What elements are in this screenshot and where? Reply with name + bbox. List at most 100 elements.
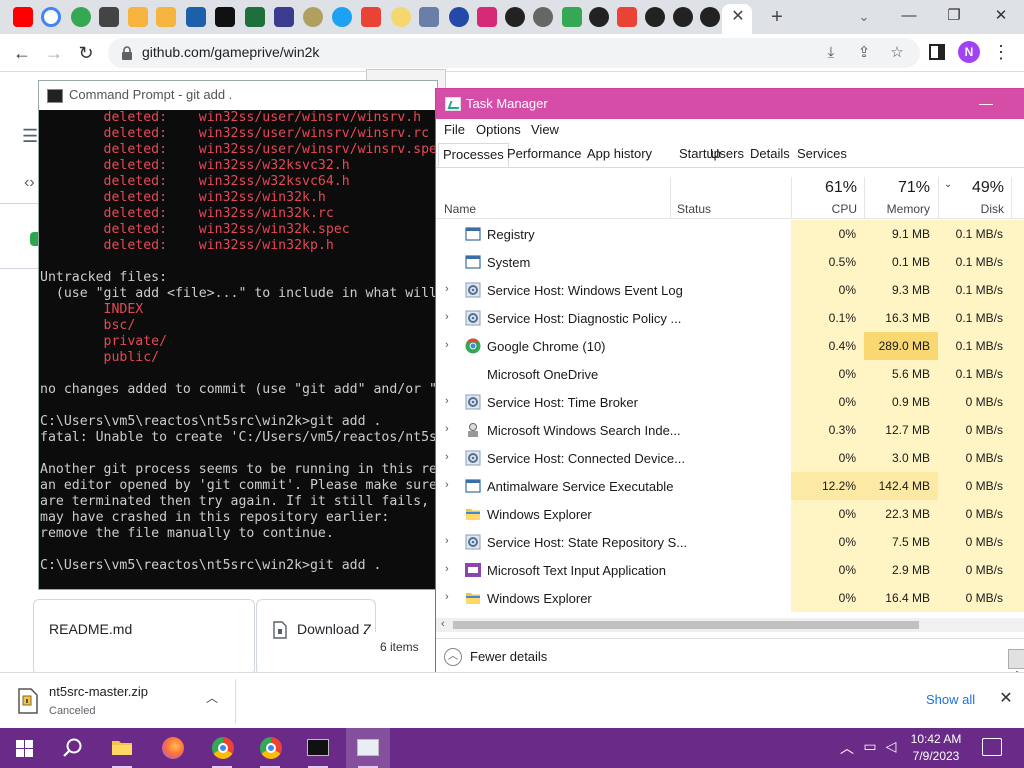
twitter-tab-icon[interactable] <box>332 7 352 27</box>
column-disk[interactable]: Disk <box>944 202 1004 216</box>
tab-icon-19[interactable] <box>533 7 553 27</box>
process-row[interactable]: › Service Host: Connected Device... 0% 3.0 … <box>436 444 1024 472</box>
tab-icon-7[interactable] <box>186 7 206 27</box>
process-row[interactable]: Windows Explorer 0% 22.3 MB 0 MB/s <box>436 500 1024 528</box>
youtube-tab-icon[interactable] <box>13 7 33 27</box>
code-icon[interactable]: ‹› <box>24 174 35 192</box>
process-row[interactable]: › Service Host: Diagnostic Policy ... 0.1%… <box>436 304 1024 332</box>
cmd-output[interactable]: deleted: win32ss/user/winsrv/winsrv.h de… <box>39 110 437 590</box>
close-window-icon[interactable]: ✕ <box>987 4 1015 28</box>
end-task-button[interactable] <box>1008 649 1024 669</box>
expand-chevron-icon[interactable]: › <box>445 534 457 548</box>
column-name[interactable]: Name <box>444 202 476 216</box>
github-tab-icon-2[interactable] <box>589 7 609 27</box>
process-row[interactable]: › Antimalware Service Executable 12.2% 142.… <box>436 472 1024 500</box>
readme-card[interactable]: README.md <box>33 599 255 675</box>
scroll-left-icon[interactable]: ‹ <box>441 618 445 630</box>
clock-date[interactable]: 7/9/2023 <box>905 749 967 763</box>
column-status[interactable]: Status <box>677 202 711 216</box>
menu-file[interactable]: File <box>444 122 465 137</box>
gmail-tab-icon[interactable] <box>361 7 381 27</box>
forward-icon[interactable]: → <box>41 40 67 66</box>
tab-search-chevron-icon[interactable]: ⌄ <box>854 6 874 28</box>
taskbar-chrome-profile[interactable] <box>248 728 292 768</box>
tab-users[interactable]: Users <box>706 143 748 167</box>
process-row[interactable]: › Service Host: Windows Event Log 0% 9.3 MB… <box>436 276 1024 304</box>
chevron-up-icon[interactable]: ︿ <box>204 689 220 706</box>
expand-chevron-icon[interactable]: › <box>445 282 457 296</box>
taskbar-chrome[interactable] <box>200 728 244 768</box>
column-cpu[interactable]: CPU <box>797 202 857 216</box>
taskbar-file-explorer[interactable] <box>100 728 144 768</box>
settings-tab-icon[interactable] <box>99 7 119 27</box>
notification-center-icon[interactable] <box>982 738 1002 756</box>
tab-services[interactable]: Services <box>793 143 851 167</box>
close-download-bar-icon[interactable]: ✕ <box>996 689 1016 709</box>
expand-chevron-icon[interactable]: › <box>445 562 457 576</box>
taskbar-firefox[interactable] <box>150 728 194 768</box>
process-row[interactable]: System 0.5% 0.1 MB 0.1 MB/s <box>436 248 1024 276</box>
install-app-icon[interactable]: ⤓ <box>820 42 842 64</box>
process-row[interactable]: › Microsoft Windows Search Inde... 0.3% 12.… <box>436 416 1024 444</box>
green-button-edge[interactable] <box>30 232 38 246</box>
minimize-icon[interactable]: — <box>895 4 923 28</box>
start-button[interactable] <box>2 728 46 768</box>
clock-time[interactable]: 10:42 AM <box>905 732 967 746</box>
back-icon[interactable]: ← <box>9 40 35 66</box>
cmd-title-bar[interactable]: Command Prompt - git add . <box>39 81 437 110</box>
fewer-details-link[interactable]: Fewer details <box>470 649 547 664</box>
tab-app-history[interactable]: App history <box>583 143 656 167</box>
kim-tab-icon[interactable] <box>215 7 235 27</box>
network-icon[interactable]: ▭ <box>861 738 879 755</box>
command-prompt-window[interactable]: Command Prompt - git add . deleted: win3… <box>38 80 438 590</box>
github-tab-icon[interactable] <box>505 7 525 27</box>
github-tab-icon-5[interactable] <box>700 7 720 27</box>
process-row[interactable]: Microsoft OneDrive 0% 5.6 MB 0.1 MB/s <box>436 360 1024 388</box>
show-all-downloads-link[interactable]: Show all <box>926 692 975 707</box>
folder-tab-icon[interactable] <box>128 7 148 27</box>
reload-icon[interactable]: ↻ <box>73 40 99 66</box>
process-row[interactable]: › Microsoft Text Input Application 0% 2.9 M… <box>436 556 1024 584</box>
expand-chevron-icon[interactable]: › <box>445 590 457 604</box>
tab-icon-10[interactable] <box>274 7 294 27</box>
tab-details[interactable]: Details <box>746 143 794 167</box>
instagram-tab-icon[interactable] <box>477 7 497 27</box>
horizontal-scrollbar[interactable]: ‹ <box>436 618 1024 632</box>
download-zip-card[interactable]: Download Z <box>256 599 376 675</box>
github-tab-icon-3[interactable] <box>645 7 665 27</box>
column-memory[interactable]: Memory <box>870 202 930 216</box>
menu-view[interactable]: View <box>531 122 559 137</box>
tab-icon-15[interactable] <box>419 7 439 27</box>
tab-performance[interactable]: Performance <box>503 143 585 167</box>
expand-chevron-icon[interactable]: › <box>445 422 457 436</box>
chevron-up-icon[interactable]: ︿ <box>444 648 462 666</box>
minimize-icon[interactable]: — <box>976 94 996 112</box>
restore-icon[interactable]: ❐ <box>940 4 968 28</box>
folder-tab-icon-2[interactable] <box>156 7 176 27</box>
search-button[interactable] <box>50 728 94 768</box>
tab-icon-9[interactable] <box>245 7 265 27</box>
show-hidden-icons-icon[interactable]: ︿ <box>838 738 856 758</box>
process-row[interactable]: Registry 0% 9.1 MB 0.1 MB/s <box>436 220 1024 248</box>
process-row[interactable]: › Service Host: Time Broker 0% 0.9 MB 0 MB/s <box>436 388 1024 416</box>
google-tab-icon[interactable] <box>41 7 61 27</box>
tm-title-bar[interactable]: Task Manager — <box>436 89 1024 119</box>
browser-menu-icon[interactable]: ⋮ <box>990 40 1012 64</box>
expand-chevron-icon[interactable]: › <box>445 310 457 324</box>
process-row[interactable]: › Service Host: State Repository S... 0% 7.… <box>436 528 1024 556</box>
bulb-tab-icon[interactable] <box>391 7 411 27</box>
close-tab-icon[interactable]: ✕ <box>728 6 748 28</box>
process-row[interactable]: › Windows Explorer 0% 16.4 MB 0 MB/s <box>436 584 1024 612</box>
volume-muted-icon[interactable]: ◁ <box>882 738 900 755</box>
expand-chevron-icon[interactable]: › <box>445 394 457 408</box>
tab-processes[interactable]: Processes <box>438 143 509 167</box>
new-tab-icon[interactable]: + <box>766 5 788 29</box>
download-file-name[interactable]: nt5src-master.zip <box>49 684 148 699</box>
tab-icon-3[interactable] <box>71 7 91 27</box>
expand-chevron-icon[interactable]: › <box>445 478 457 492</box>
scrollbar-thumb[interactable] <box>453 621 919 629</box>
side-panel-icon[interactable] <box>926 41 948 63</box>
gmail-tab-icon-2[interactable] <box>617 7 637 27</box>
bookmark-star-icon[interactable]: ☆ <box>886 42 908 64</box>
expand-chevron-icon[interactable]: › <box>445 338 457 352</box>
